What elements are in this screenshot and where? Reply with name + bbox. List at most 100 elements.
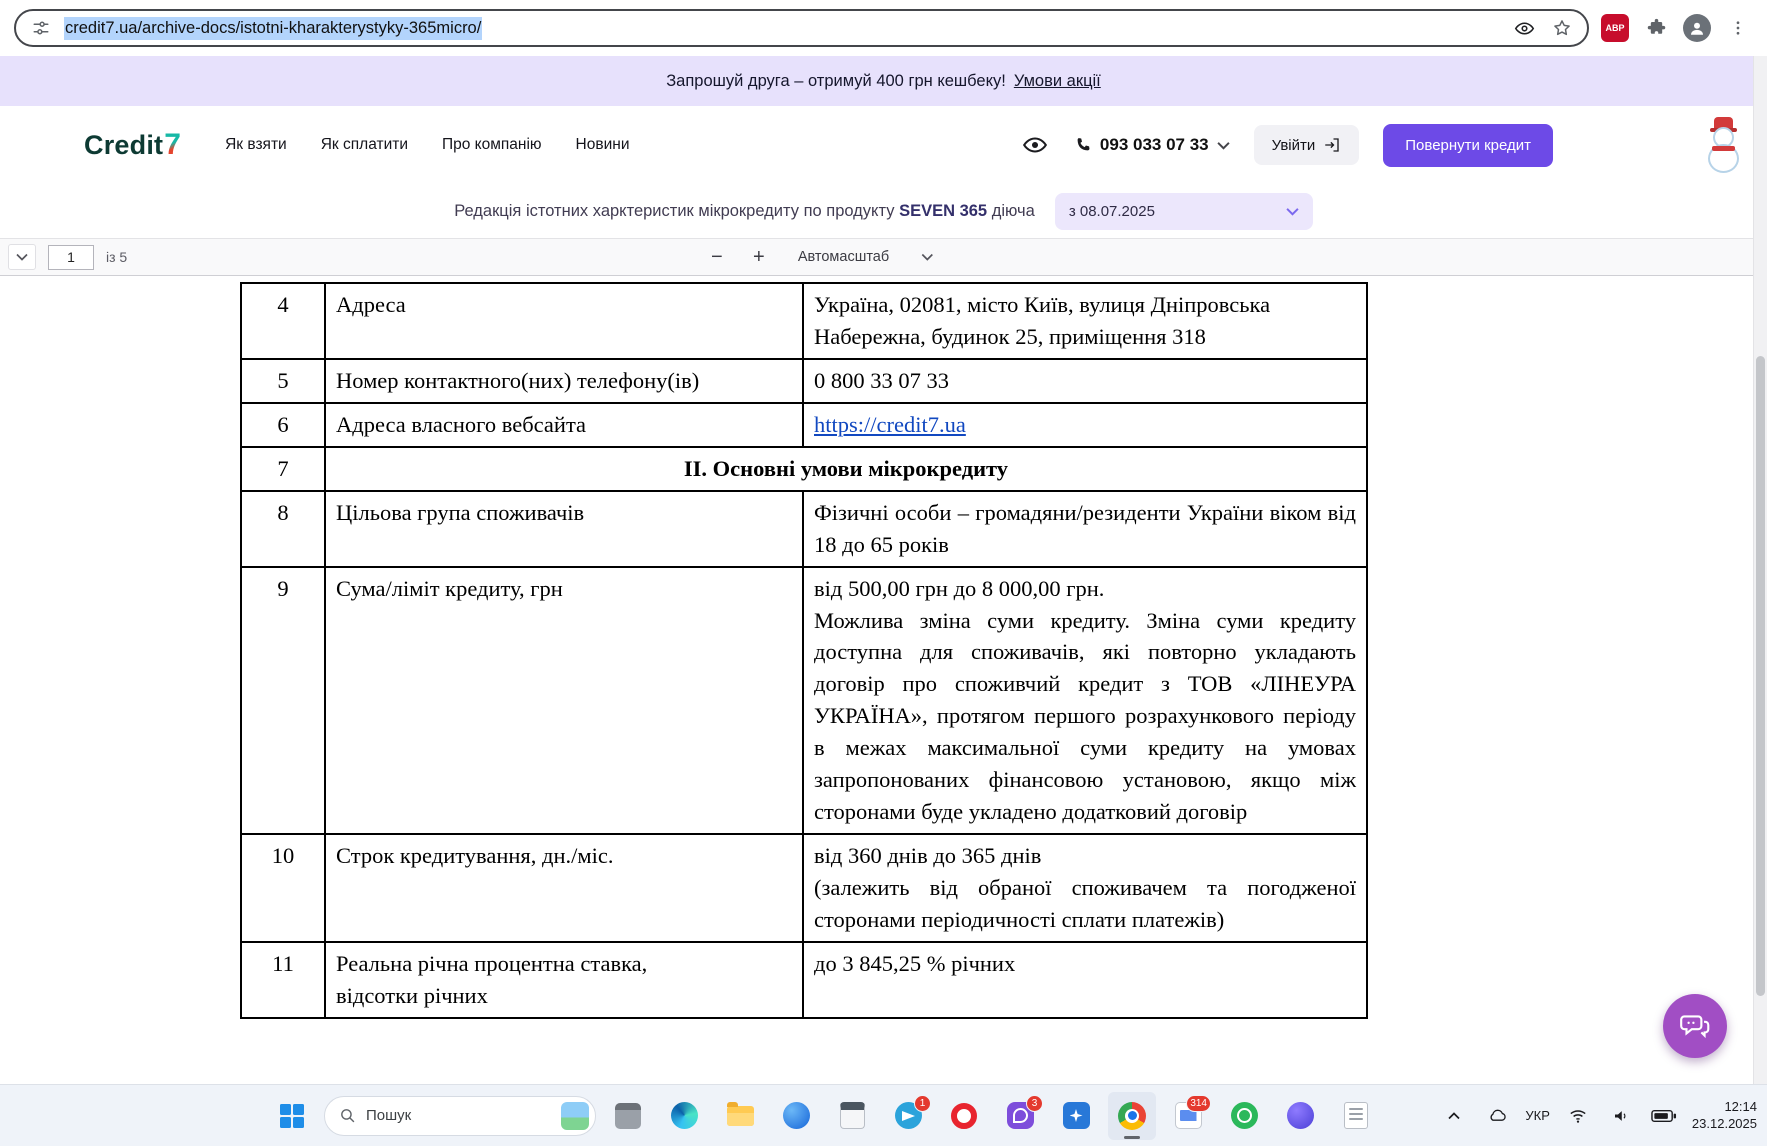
browser-menu-icon[interactable] [1723,13,1753,43]
row-label: Адреса власного вебсайта [324,401,804,448]
taskbar-icon-photos[interactable] [1052,1092,1100,1140]
row-number: 11 [240,940,326,1019]
taskbar-icon-chrome[interactable] [1108,1091,1156,1140]
site-header: Credit 7 Як взяти Як сплатити Про компані… [0,106,1767,184]
phone-dropdown[interactable]: 093 033 07 33 [1074,135,1230,155]
weather-widget-icon[interactable] [561,1101,589,1130]
zoom-mode-value: Автомасштаб [797,249,890,265]
nav-news[interactable]: Новини [576,136,630,154]
caption-product: SEVEN 365 [899,201,988,220]
taskbar-icon-mail[interactable]: 314 [1164,1092,1212,1140]
volume-icon[interactable] [1606,1101,1636,1131]
row-number: 7 [240,445,326,492]
table-row-10: 10 Строк кредитування, дн./міс. від 360 … [240,833,1368,943]
taskbar-icon-viber[interactable]: 3 [996,1092,1044,1140]
pdf-zoom-controls: − + Автомасштаб [704,244,943,270]
row-label: Строк кредитування, дн./міс. [324,833,804,943]
chat-widget-button[interactable] [1663,994,1727,1058]
taskbar-clock[interactable]: 12:14 23.12.2025 [1692,1099,1757,1132]
taskbar-icon-calculator[interactable] [828,1092,876,1140]
website-link[interactable]: https://credit7.ua [814,412,966,437]
blue-app-icon [782,1102,810,1129]
search-label: Пошук [366,1107,412,1124]
login-label: Увійти [1271,136,1316,154]
taskbar-icon-edge[interactable] [660,1092,708,1140]
onedrive-cloud-icon[interactable] [1482,1101,1512,1131]
pdf-page-input[interactable] [48,244,94,270]
row-number: 5 [240,357,326,404]
promo-link[interactable]: Умови акції [1014,72,1101,91]
zoom-mode-select[interactable]: Автомасштаб [788,245,943,269]
table-row-9: 9 Сума/ліміт кредиту, грн від 500,00 грн… [240,565,1368,836]
taskbar-apps: Пошук 1 3 314 [268,1085,1380,1146]
taskbar-icon-telegram[interactable]: 1 [884,1092,932,1140]
chat-icon [1680,1015,1710,1039]
chrome-icon [1118,1101,1146,1130]
notes-icon [1344,1102,1368,1129]
folder-icon [726,1101,754,1126]
nav-about-company[interactable]: Про компанію [442,136,542,154]
adblock-extension-icon[interactable]: ABP [1601,14,1629,42]
taskbar-icon-blue-app[interactable] [772,1092,820,1140]
messenger-icon [1286,1102,1314,1129]
row-number: 8 [240,489,326,568]
wifi-icon[interactable] [1563,1101,1593,1131]
notification-badge: 1 [914,1094,931,1112]
chevron-down-icon [921,253,933,261]
clock-time: 12:14 [1724,1099,1757,1115]
row-number: 10 [240,833,326,943]
taskbar-search[interactable]: Пошук [324,1095,596,1136]
preview-eye-icon[interactable] [1509,13,1539,43]
zoom-out-button[interactable]: − [704,244,730,270]
tray-chevron-up-icon[interactable] [1439,1101,1469,1131]
url-text[interactable]: credit7.ua/archive-docs/istotni-kharakte… [64,16,483,40]
nav-how-to-pay[interactable]: Як сплатити [321,136,408,154]
return-credit-button[interactable]: Повернути кредит [1383,123,1553,167]
logo-digit: 7 [164,128,182,161]
pdf-page-controls: із 5 [8,244,127,270]
scrollbar-thumb[interactable] [1756,356,1765,996]
battery-icon[interactable] [1649,1101,1679,1131]
calculator-icon [839,1102,865,1129]
phone-icon [1077,138,1090,151]
bookmark-star-icon[interactable] [1547,13,1577,43]
taskbar-icon-notes[interactable] [1332,1092,1380,1140]
promo-text: Запрошуй друга – отримуй 400 грн кешбеку… [666,71,1006,90]
main-nav: Як взяти Як сплатити Про компанію Новини [225,136,629,154]
taskbar-icon-whatsapp[interactable] [1220,1092,1268,1140]
credit7-logo[interactable]: Credit 7 [84,128,181,162]
row-value: Україна, 02081, місто Київ, вулиця Дніпр… [802,282,1368,360]
taskbar-icon-file-explorer[interactable] [716,1092,764,1140]
photos-icon [1062,1102,1090,1129]
site-settings-icon[interactable] [26,13,56,43]
chevron-down-icon [1286,207,1299,216]
extensions-puzzle-icon[interactable] [1641,13,1671,43]
address-bar[interactable]: credit7.ua/archive-docs/istotni-kharakte… [14,9,1589,47]
browser-toolbar: credit7.ua/archive-docs/istotni-kharakte… [0,0,1767,56]
login-button[interactable]: Увійти [1253,125,1360,165]
taskbar-icon-opera[interactable] [940,1092,988,1140]
document-subheader: Редакція істотних харктеристик мікрокред… [0,184,1767,238]
start-button[interactable] [268,1092,316,1140]
pdf-toolbar: із 5 − + Автомасштаб [0,238,1767,276]
pdf-sidebar-toggle-icon[interactable] [8,244,36,270]
row-label: Номер контактного(них) телефону(ів) [324,357,804,404]
row-value: Фізичні особи – громадяни/резиденти Укра… [802,489,1368,568]
page-scrollbar[interactable] [1753,56,1767,1084]
pdf-page-total: із 5 [106,249,128,265]
taskbar-icon-app-window[interactable] [604,1092,652,1140]
nav-how-to-get[interactable]: Як взяти [225,136,287,154]
zoom-in-button[interactable]: + [746,244,772,270]
opera-icon [951,1102,977,1129]
edition-date-value: з 08.07.2025 [1068,202,1155,220]
whatsapp-icon [1230,1102,1258,1129]
document-caption: Редакція істотних харктеристик мікрокред… [454,202,1035,221]
profile-avatar[interactable] [1683,14,1711,42]
clock-date: 23.12.2025 [1691,1115,1757,1131]
row-value: 0 800 33 07 33 [802,357,1368,404]
language-indicator[interactable]: УКР [1525,1108,1550,1123]
accessibility-eye-icon[interactable] [1020,130,1050,160]
row-number: 6 [240,401,326,448]
taskbar-icon-messenger[interactable] [1276,1092,1324,1140]
edition-date-select[interactable]: з 08.07.2025 [1054,192,1313,230]
